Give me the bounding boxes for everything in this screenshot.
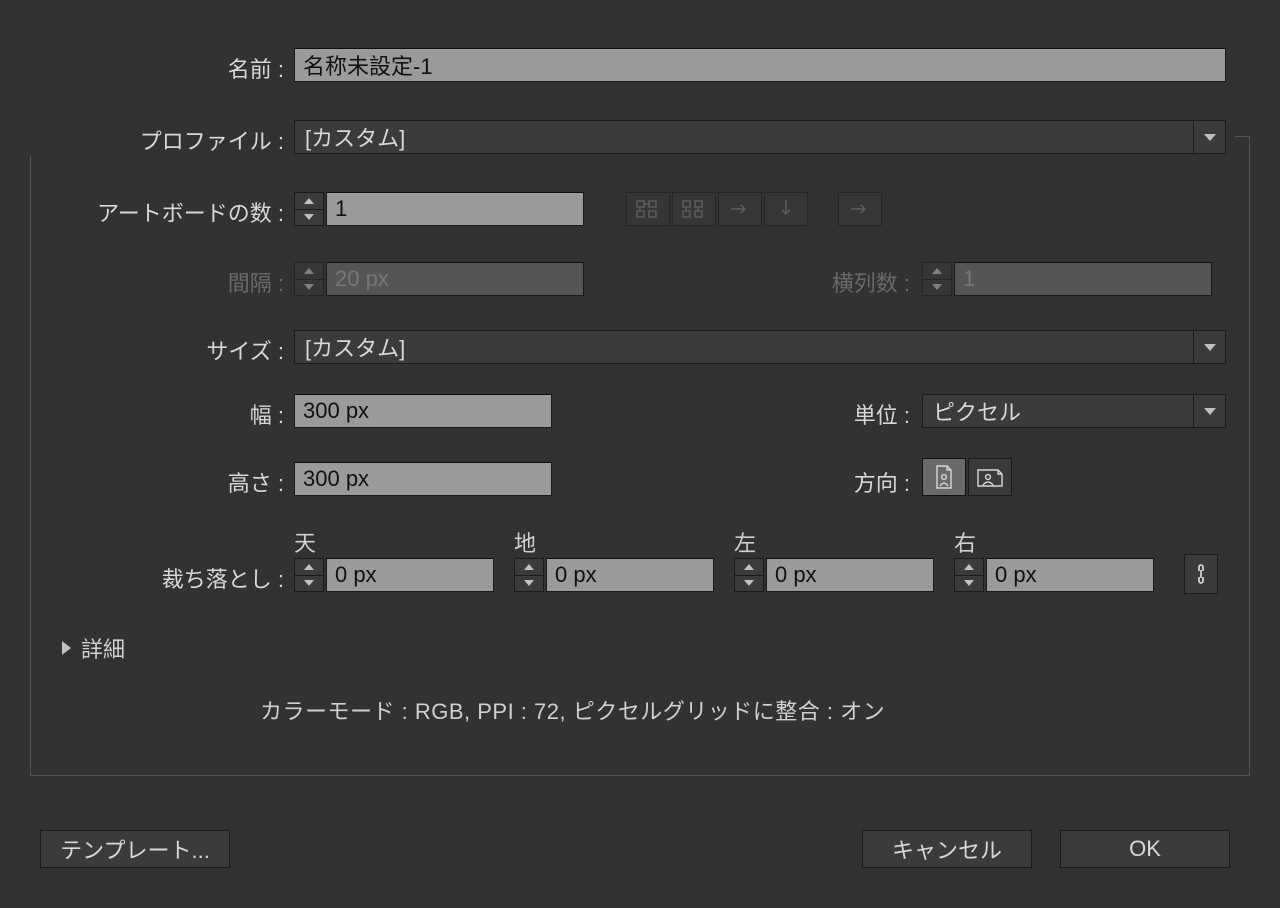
advanced-label: 詳細 [81, 632, 125, 664]
size-label: サイズ : [0, 334, 284, 366]
units-label: 単位 : [720, 398, 910, 430]
bleed-left-stepper[interactable] [734, 558, 764, 592]
bleed-bottom-header: 地 [514, 526, 536, 558]
spacing-stepper [294, 262, 324, 296]
document-summary-text: カラーモード : RGB, PPI : 72, ピクセルグリッドに整合 : オン [260, 694, 885, 726]
bleed-left-input[interactable] [766, 558, 934, 592]
units-value: ピクセル [933, 395, 1021, 427]
orientation-label: 方向 : [720, 466, 910, 498]
artboard-count-input[interactable] [326, 192, 584, 226]
spacing-label: 間隔 : [0, 266, 284, 298]
cancel-button[interactable]: キャンセル [862, 830, 1032, 868]
bleed-bottom-input[interactable] [546, 558, 714, 592]
profile-label: プロファイル : [0, 124, 284, 156]
name-input[interactable] [294, 48, 1226, 82]
bleed-top-stepper[interactable] [294, 558, 324, 592]
bleed-top-header: 天 [294, 526, 316, 558]
bleed-right-stepper[interactable] [954, 558, 984, 592]
size-value: [カスタム] [305, 331, 405, 363]
orientation-portrait-button[interactable] [922, 458, 966, 496]
templates-button[interactable]: テンプレート... [40, 830, 230, 868]
bleed-left-header: 左 [734, 526, 756, 558]
disclosure-triangle-icon [62, 641, 71, 655]
columns-label: 横列数 : [720, 266, 910, 298]
chevron-down-icon [1193, 395, 1225, 427]
columns-stepper [922, 262, 952, 296]
artboard-count-stepper[interactable] [294, 192, 324, 226]
chevron-down-icon [1193, 121, 1225, 153]
arrange-row-icon [718, 192, 762, 226]
bleed-label: 裁ち落とし : [0, 562, 284, 594]
spacing-input [326, 262, 584, 296]
units-dropdown[interactable]: ピクセル [922, 394, 1226, 428]
height-label: 高さ : [0, 466, 284, 498]
bleed-right-input[interactable] [986, 558, 1154, 592]
bleed-top-input[interactable] [326, 558, 494, 592]
grid-by-row-icon [626, 192, 670, 226]
arrange-column-icon [764, 192, 808, 226]
grid-by-column-icon [672, 192, 716, 226]
templates-button-label: テンプレート... [60, 833, 210, 865]
bleed-bottom-stepper[interactable] [514, 558, 544, 592]
width-label: 幅 : [0, 398, 284, 430]
artboard-count-label: アートボードの数 : [0, 196, 284, 228]
bleed-right-header: 右 [954, 526, 976, 558]
advanced-disclosure[interactable]: 詳細 [62, 632, 125, 664]
profile-dropdown[interactable]: [カスタム] [294, 120, 1226, 154]
cancel-button-label: キャンセル [892, 833, 1002, 865]
name-label: 名前 : [0, 52, 284, 84]
bleed-link-button[interactable] [1184, 554, 1218, 594]
layout-direction-icon [838, 192, 882, 226]
columns-input [954, 262, 1212, 296]
width-input[interactable] [294, 394, 552, 428]
profile-value: [カスタム] [305, 121, 405, 153]
chevron-down-icon [1193, 331, 1225, 363]
ok-button[interactable]: OK [1060, 830, 1230, 868]
orientation-landscape-button[interactable] [968, 458, 1012, 496]
height-input[interactable] [294, 462, 552, 496]
ok-button-label: OK [1129, 836, 1161, 862]
size-dropdown[interactable]: [カスタム] [294, 330, 1226, 364]
